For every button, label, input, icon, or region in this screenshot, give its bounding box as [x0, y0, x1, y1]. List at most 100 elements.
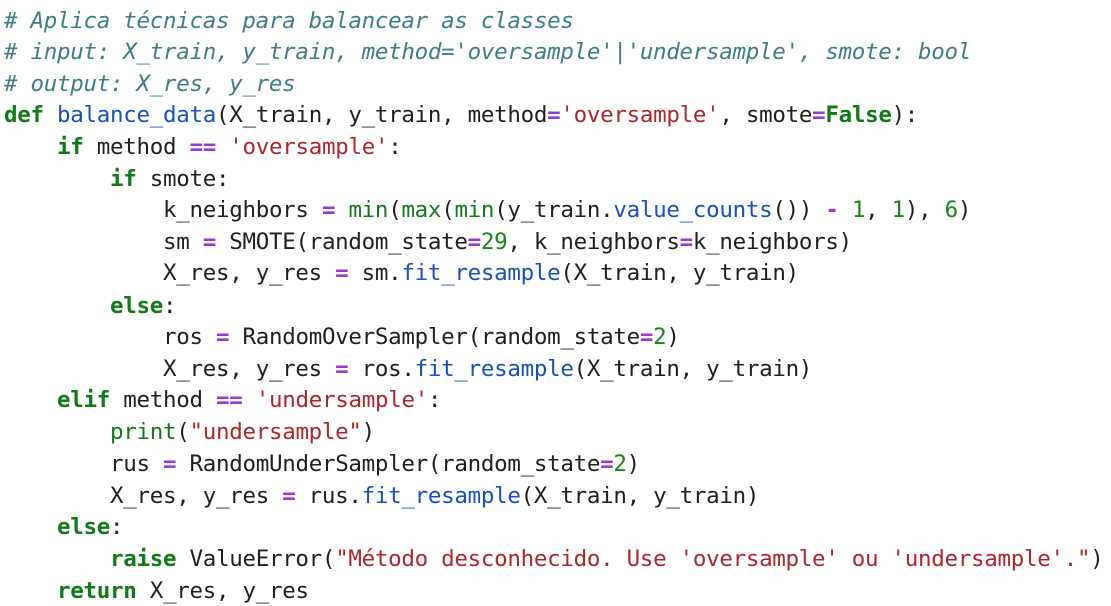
operator: =	[547, 102, 561, 128]
code-token: :	[388, 134, 402, 160]
code-line-17: else:	[4, 512, 124, 542]
operator: =	[679, 229, 694, 255]
method-name: value_counts	[613, 197, 773, 223]
operator: =	[162, 451, 177, 477]
operator: =	[215, 324, 230, 350]
code-line-16: X_res, y_res = rus.fit_resample(X_train,…	[4, 481, 759, 511]
code-token: (X_train, y_train)	[520, 483, 760, 509]
code-line-19: return X_res, y_res	[4, 576, 309, 606]
code-token: X_res, y_res	[136, 578, 309, 604]
number-literal: 29	[480, 229, 508, 255]
code-token: method	[110, 387, 216, 413]
code-token: (X_train, y_train, method	[215, 102, 548, 128]
code-token: , smote	[719, 102, 813, 128]
code-line-13: elif method == 'undersample':	[4, 385, 441, 415]
code-line-2: # input: X_train, y_train, method='overs…	[4, 37, 971, 67]
number-literal: 2	[613, 451, 627, 477]
code-line-4: def balance_data(X_train, y_train, metho…	[4, 100, 918, 130]
code-token: rus.	[295, 483, 362, 509]
string-literal: 'oversample'	[560, 102, 720, 128]
code-token: )	[626, 451, 641, 477]
code-line-8: sm = SMOTE(random_state=29, k_neighbors=…	[4, 227, 852, 257]
code-token: smote:	[136, 166, 230, 192]
code-token: (X_train, y_train)	[560, 260, 799, 286]
boolean-literal: False	[825, 102, 892, 128]
code-line-9: X_res, y_res = sm.fit_resample(X_train, …	[4, 258, 799, 288]
builtin-function: print	[109, 419, 177, 445]
code-line-3: # output: X_res, y_res	[4, 69, 296, 99]
number-literal: 6	[944, 197, 959, 223]
keyword-if: if	[109, 166, 137, 192]
builtin-function: min	[348, 197, 389, 223]
code-token: )	[957, 197, 972, 223]
operator: =	[202, 229, 217, 255]
number-literal: 1	[891, 197, 906, 223]
code-token: :	[110, 514, 124, 540]
code-line-18: raise ValueError("Método desconhecido. U…	[4, 544, 1104, 574]
keyword-if: if	[57, 134, 84, 160]
operator: =	[321, 197, 336, 223]
code-token: ros	[162, 324, 216, 350]
method-name: fit_resample	[414, 356, 574, 382]
operator: -	[825, 197, 839, 223]
code-token: (y_train.	[494, 197, 614, 223]
code-token: sm.	[348, 260, 402, 286]
code-token: rus	[109, 451, 163, 477]
operator: =	[600, 451, 614, 477]
method-name: fit_resample	[401, 260, 561, 286]
keyword-return: return	[57, 578, 137, 604]
builtin-function: max	[401, 197, 442, 223]
keyword-else: else	[57, 514, 110, 540]
string-literal: "undersample"	[189, 419, 362, 445]
code-token: ros.	[348, 356, 415, 382]
code-token: method	[83, 134, 190, 160]
keyword-raise: raise	[109, 546, 177, 572]
code-token: :	[162, 293, 177, 319]
comment-text: # output: X_res, y_res	[4, 71, 296, 97]
code-token: (	[441, 197, 455, 223]
operator: =	[335, 260, 349, 286]
code-line-14: print("undersample")	[4, 417, 375, 447]
comment-text: # input: X_train, y_train, method='overs…	[4, 39, 971, 65]
builtin-function: min	[454, 197, 495, 223]
code-token: X_res, y_res	[109, 483, 283, 509]
operator: ==	[189, 134, 216, 160]
code-token: (	[176, 419, 190, 445]
string-literal: 'undersample'	[255, 387, 429, 413]
operator: =	[335, 356, 349, 382]
string-literal: 'oversample'	[229, 134, 389, 160]
code-token: ValueError(	[176, 546, 336, 572]
code-token: RandomOverSampler(random_state	[229, 324, 640, 350]
operator: =	[639, 324, 654, 350]
keyword-def: def	[4, 102, 44, 128]
code-line-7: k_neighbors = min(max(min(y_train.value_…	[4, 195, 971, 225]
number-literal: 2	[653, 324, 667, 350]
number-literal: 1	[851, 197, 866, 223]
operator: =	[282, 483, 296, 509]
code-line-1: # Aplica técnicas para balancear as clas…	[4, 6, 574, 36]
code-token: ):	[891, 102, 919, 128]
code-token: )	[361, 419, 376, 445]
code-viewer: # Aplica técnicas para balancear as clas…	[0, 0, 1111, 606]
code-line-10: else:	[4, 291, 177, 321]
code-token: k_neighbors	[162, 197, 322, 223]
operator: =	[812, 102, 826, 128]
code-token: X_res, y_res	[162, 356, 336, 382]
method-name: fit_resample	[361, 483, 521, 509]
comment-text: # Aplica técnicas para balancear as clas…	[4, 8, 574, 34]
